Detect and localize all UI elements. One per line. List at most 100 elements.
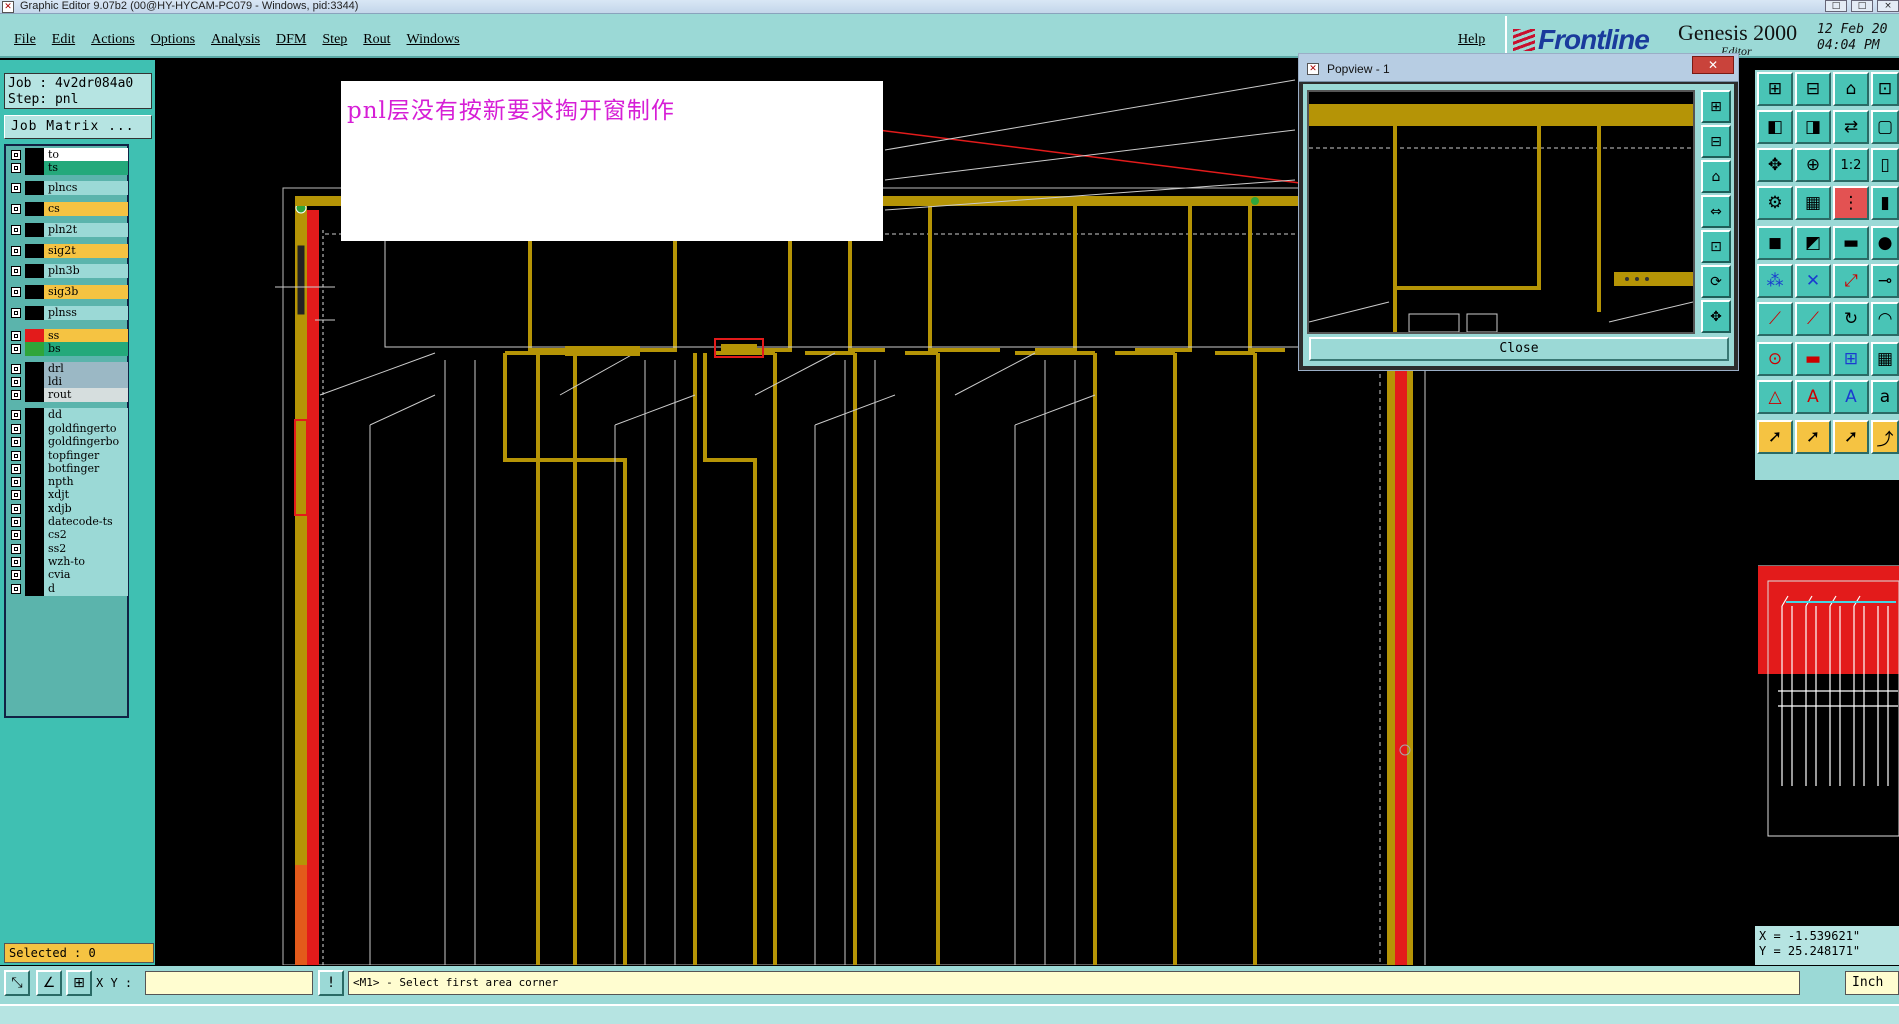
layer-name[interactable]: npth [44,475,128,489]
layer-toggle-icon[interactable]: ▮ [1871,186,1899,220]
layer-color-swatch[interactable] [25,388,45,402]
layer-checkbox[interactable] [11,464,21,474]
layer-row[interactable]: rout [8,388,128,402]
layer-name[interactable]: sig2t [44,244,128,258]
layer-name[interactable]: ldi [44,375,128,389]
zoom-window-icon[interactable]: ⤡ [4,970,30,996]
layer-checkbox[interactable] [11,530,21,540]
layer-color-swatch[interactable] [25,542,45,556]
layer-checkbox[interactable] [11,150,21,160]
edit-icon[interactable]: ◩ [1795,226,1831,260]
layer-checkbox[interactable] [11,287,21,297]
layer-row[interactable]: goldfingerbo [8,435,128,449]
layer-row[interactable]: xdjb [8,502,128,516]
home-icon[interactable]: ⌂ [1833,72,1869,106]
layer-color-swatch[interactable] [25,244,45,258]
layer-row[interactable]: cs [8,202,128,216]
layer-checkbox[interactable] [11,504,21,514]
layer-checkbox[interactable] [11,390,21,400]
layer-checkbox[interactable] [11,331,21,341]
window-icon[interactable]: ▢ [1871,110,1899,144]
info-icon[interactable]: ! [318,970,344,996]
layer-name[interactable]: d [44,582,128,596]
popview-canvas[interactable] [1307,90,1695,334]
restore-button[interactable]: □ [1851,0,1873,12]
layer-name[interactable]: drl [44,362,128,376]
menu-actions[interactable]: Actions [91,32,135,48]
layer-checkbox[interactable] [11,364,21,374]
layer-color-swatch[interactable] [25,161,45,175]
layer-row[interactable]: d [8,582,128,596]
select-icon[interactable]: ◼ [1757,226,1793,260]
zoom-home-icon[interactable]: ⊡ [1871,72,1899,106]
layer-name[interactable]: goldfingerto [44,422,128,436]
layer-row[interactable]: to [8,148,128,162]
layer-color-swatch[interactable] [25,181,45,195]
slash-icon[interactable]: ⟋ [1757,302,1793,336]
layer-name[interactable]: sig3b [44,285,128,299]
layer-name[interactable]: cs2 [44,528,128,542]
menu-analysis[interactable]: Analysis [211,32,260,48]
snap-icon[interactable]: ⋮ [1833,186,1869,220]
layer-row[interactable]: sig2t [8,244,128,258]
layer-color-swatch[interactable] [25,475,45,489]
zoom-in-icon[interactable]: ⊞ [1757,72,1793,106]
angle-icon[interactable]: ∠ [36,970,62,996]
layer-checkbox[interactable] [11,477,21,487]
layer-checkbox[interactable] [11,266,21,276]
layer-checkbox[interactable] [11,544,21,554]
pan-right-icon[interactable]: ◨ [1795,110,1831,144]
menu-edit[interactable]: Edit [52,32,75,48]
layer-name[interactable]: botfinger [44,462,128,476]
layer-name[interactable]: xdjt [44,488,128,502]
layer-checkbox[interactable] [11,377,21,387]
layer-checkbox[interactable] [11,451,21,461]
layer-checkbox[interactable] [11,246,21,256]
layer-name[interactable]: ss2 [44,542,128,556]
layer-row[interactable]: bs [8,342,128,356]
ruler-icon[interactable]: ▯ [1871,148,1899,182]
line-icon[interactable]: ▬ [1833,226,1869,260]
layer-color-swatch[interactable] [25,528,45,542]
menu-options[interactable]: Options [151,32,195,48]
popview-close-icon[interactable]: ✕ [1692,56,1734,74]
layer-row[interactable]: npth [8,475,128,489]
layer-name[interactable]: goldfingerbo [44,435,128,449]
layer-color-swatch[interactable] [25,202,45,216]
layer-color-swatch[interactable] [25,285,45,299]
layer-color-swatch[interactable] [25,306,45,320]
layer-color-swatch[interactable] [25,422,45,436]
point-icon[interactable]: ⊙ [1757,342,1793,376]
menu-file[interactable]: File [14,32,36,48]
text-a-icon[interactable]: A [1795,380,1831,414]
layer-checkbox[interactable] [11,557,21,567]
layer-color-swatch[interactable] [25,148,45,162]
layer-color-swatch[interactable] [25,223,45,237]
layer-color-swatch[interactable] [25,342,45,356]
text-edit-icon[interactable]: a [1871,380,1899,414]
layer-name[interactable]: pln3b [44,264,128,278]
pointer-select-icon[interactable]: ➚ [1795,420,1831,454]
layer-row[interactable]: ss [8,329,128,343]
popview-zoom-in-icon[interactable]: ⊞ [1701,90,1731,123]
layer-row[interactable]: botfinger [8,462,128,476]
fill-icon[interactable]: ▦ [1871,342,1899,376]
pan-left-icon[interactable]: ◧ [1757,110,1793,144]
layer-row[interactable]: pln2t [8,223,128,237]
zoom-out-icon[interactable]: ⊟ [1795,72,1831,106]
layer-row[interactable]: goldfingerto [8,422,128,436]
layer-row[interactable]: plnss [8,306,128,320]
dash-icon[interactable]: ▬ [1795,342,1831,376]
layer-name[interactable]: datecode-ts [44,515,128,529]
layer-color-swatch[interactable] [25,582,45,596]
layer-color-swatch[interactable] [25,502,45,516]
minimap[interactable] [1758,565,1899,842]
diagonal-icon[interactable]: ⟋ [1795,302,1831,336]
menu-windows[interactable]: Windows [407,32,460,48]
curve-icon[interactable]: ◠ [1871,302,1899,336]
layer-color-swatch[interactable] [25,555,45,569]
layer-name[interactable]: ts [44,161,128,175]
swap-icon[interactable]: ⇄ [1833,110,1869,144]
layer-row[interactable]: pln3b [8,264,128,278]
minimize-button[interactable]: □ [1825,0,1847,12]
